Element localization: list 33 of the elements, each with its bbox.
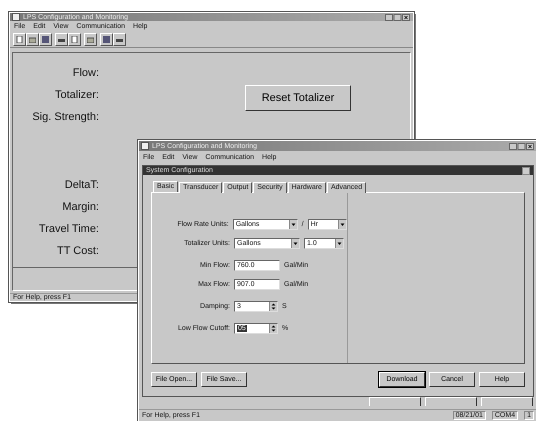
printer-icon <box>58 36 65 43</box>
toolbar-button[interactable] <box>113 33 126 46</box>
toolbar-button[interactable] <box>100 33 113 46</box>
reading-label: Totalizer: <box>54 89 99 103</box>
reading-label: Flow: <box>72 67 99 81</box>
document-icon <box>71 36 78 43</box>
dropdown-arrow-icon[interactable] <box>291 239 299 248</box>
spin-arrows-icon[interactable] <box>269 324 277 333</box>
reading-label: DeltaT: <box>64 179 99 193</box>
toolbar-button[interactable] <box>26 33 39 46</box>
close-icon[interactable] <box>522 166 530 174</box>
app-icon <box>141 142 149 150</box>
dropdown-arrow-icon[interactable] <box>288 220 297 229</box>
spin-arrows-icon[interactable] <box>269 302 277 311</box>
dropdown-arrow-icon[interactable] <box>335 239 343 248</box>
reading-label: Margin: <box>62 201 99 215</box>
dropdown-arrow-icon[interactable] <box>338 220 346 229</box>
toolbar-button[interactable] <box>55 33 68 46</box>
window-controls-icon[interactable] <box>509 142 535 150</box>
toolbar-button[interactable] <box>39 33 52 46</box>
printer-icon <box>116 36 123 43</box>
app-icon <box>12 13 20 21</box>
toolbar-button[interactable] <box>13 33 26 46</box>
reading-label: Travel Time: <box>38 223 99 237</box>
folder-icon <box>87 36 94 43</box>
window-controls-icon[interactable] <box>385 14 411 20</box>
folder-icon <box>29 36 36 43</box>
reading-label: Sig. Strength: <box>32 111 99 125</box>
toolbar-button[interactable] <box>84 33 97 46</box>
reset-totalizer-button[interactable]: Reset Totalizer <box>245 85 351 111</box>
document-icon <box>16 36 23 43</box>
reading-label: TT Cost: <box>57 245 99 259</box>
toolbar-button[interactable] <box>68 33 81 46</box>
